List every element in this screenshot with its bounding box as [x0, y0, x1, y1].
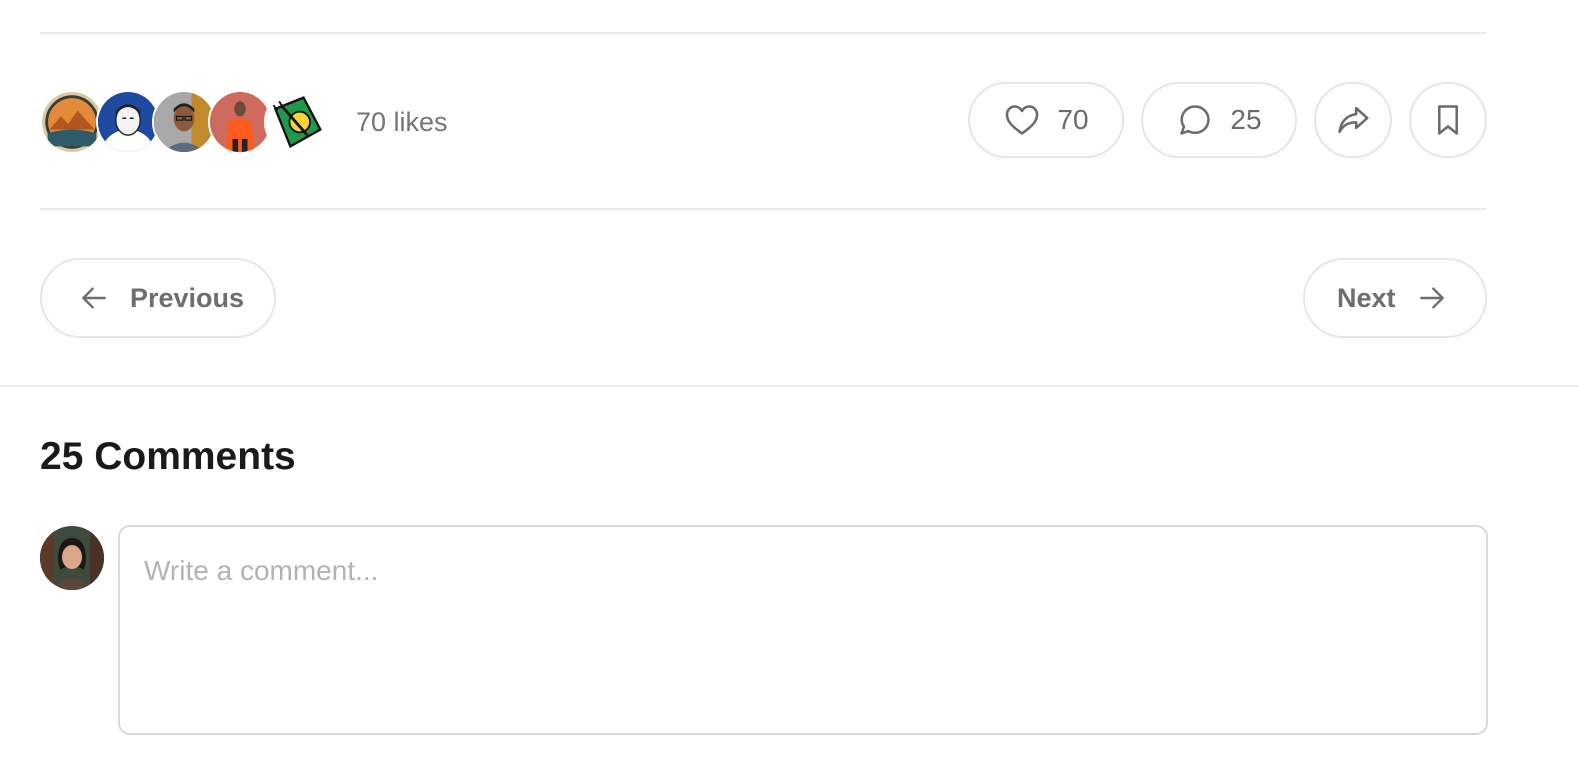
mid-divider	[40, 208, 1487, 210]
share-button[interactable]	[1314, 82, 1392, 158]
arrow-right-icon	[1419, 287, 1444, 309]
liker-avatar[interactable]	[96, 90, 160, 154]
comment-input[interactable]	[118, 525, 1488, 735]
top-divider	[40, 32, 1487, 34]
liker-avatar[interactable]	[208, 90, 272, 154]
liker-avatar[interactable]	[152, 90, 216, 154]
heart-icon	[1006, 105, 1039, 135]
comments-heading: 25 Comments	[40, 435, 296, 478]
like-count: 70	[1057, 104, 1089, 135]
comment-bubble-icon	[1180, 105, 1211, 135]
current-user-avatar	[40, 526, 104, 590]
comment-button[interactable]: 25	[1141, 82, 1297, 158]
liker-avatar[interactable]	[40, 90, 104, 154]
likers-facepile[interactable]	[40, 89, 328, 155]
next-post-button[interactable]: Next	[1303, 258, 1487, 338]
arrow-left-icon	[82, 287, 106, 309]
next-label: Next	[1337, 282, 1396, 313]
previous-label: Previous	[130, 282, 245, 313]
liker-avatar[interactable]	[264, 90, 328, 154]
bookmark-button[interactable]	[1409, 82, 1487, 158]
likes-row: 70 likes 70 25	[40, 82, 1487, 162]
likes-count-label[interactable]: 70 likes	[356, 106, 448, 138]
like-button[interactable]: 70	[968, 82, 1124, 158]
share-arrow-icon	[1338, 106, 1369, 134]
bookmark-icon	[1438, 105, 1458, 135]
comment-count: 25	[1230, 104, 1262, 135]
previous-post-button[interactable]: Previous	[40, 258, 276, 338]
post-footer: 70 likes 70 25 Previous Next 25 Comments…	[0, 0, 1578, 770]
section-divider	[0, 385, 1578, 387]
post-actions: 70 25	[968, 82, 1487, 158]
